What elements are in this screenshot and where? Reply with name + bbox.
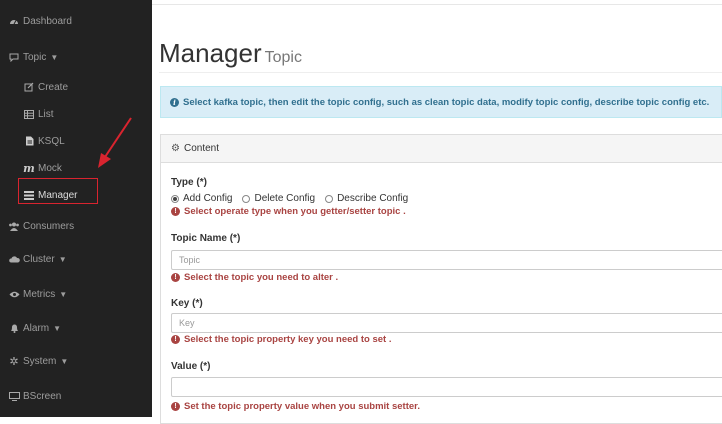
chevron-down-icon: ▼ (59, 289, 68, 299)
bell-icon (8, 323, 20, 333)
panel-heading-text: Content (183, 143, 219, 154)
exclamation-icon: ! (171, 207, 180, 216)
nav-label: Alarm (23, 322, 50, 334)
nav-metrics[interactable]: Metrics ▼ (0, 284, 160, 304)
topic-name-help: ! Select the topic you need to alter . (171, 272, 338, 283)
nav-label: Consumers (23, 220, 75, 232)
main-content: Manager Topic i Select kafka topic, then … (152, 0, 722, 424)
chevron-down-icon: ▼ (53, 323, 62, 333)
type-help-text: Select operate type when you getter/sett… (184, 206, 406, 217)
chevron-down-icon: ▼ (60, 356, 69, 366)
nav-cluster[interactable]: Cluster ▼ (0, 249, 160, 269)
gear-icon: ✲ (9, 355, 19, 368)
nav-label: System (23, 355, 57, 367)
users-icon (8, 222, 20, 231)
nav-alarm[interactable]: Alarm ▼ (0, 318, 160, 338)
key-help-text: Select the topic property key you need t… (184, 334, 392, 345)
radio-label: Delete Config (254, 193, 316, 204)
value-help: ! Set the topic property value when you … (171, 401, 420, 412)
cloud-icon (8, 255, 20, 263)
nav-bscreen[interactable]: BScreen (0, 386, 160, 406)
info-alert: i Select kafka topic, then edit the topi… (160, 86, 722, 118)
exclamation-icon: ! (171, 402, 180, 411)
topic-name-help-text: Select the topic you need to alter . (184, 272, 339, 283)
info-icon: i (170, 97, 179, 107)
key-label: Key (*) (171, 298, 203, 309)
nav-label: BScreen (23, 390, 62, 402)
radio-add-config[interactable]: Add Config (171, 193, 232, 204)
content-panel: ⚙ Content Type (*) Add Config Delete Con… (160, 134, 722, 424)
page-title: Manager Topic (159, 38, 302, 69)
exclamation-icon: ! (171, 335, 180, 344)
nav-system[interactable]: ✲ System ▼ (0, 351, 160, 371)
value-help-text: Set the topic property value when you su… (184, 401, 420, 412)
sidebar: Dashboard Topic ▼ Create List KSQL m Moc… (0, 0, 152, 417)
radio-dot[interactable] (171, 194, 179, 203)
page-title-text: Manager (159, 38, 262, 68)
exclamation-icon: ! (171, 273, 180, 282)
title-divider (159, 72, 722, 73)
type-radio-group: Add Config Delete Config Describe Config (171, 193, 418, 204)
topic-name-label: Topic Name (*) (171, 233, 241, 244)
key-input[interactable] (171, 313, 722, 333)
value-input[interactable] (171, 377, 722, 397)
radio-label: Describe Config (337, 193, 409, 204)
panel-heading: ⚙ Content (161, 135, 722, 163)
chevron-down-icon: ▼ (58, 254, 67, 264)
radio-describe-config[interactable]: Describe Config (325, 193, 408, 204)
radio-dot[interactable] (242, 194, 251, 203)
eye-icon (8, 291, 20, 298)
info-alert-text: Select kafka topic, then edit the topic … (183, 96, 710, 108)
value-label: Value (*) (171, 361, 211, 372)
top-navbar (152, 0, 722, 5)
monitor-icon (8, 391, 20, 401)
nav-consumers[interactable]: Consumers (0, 216, 160, 236)
radio-delete-config[interactable]: Delete Config (242, 193, 315, 204)
type-label: Type (*) (171, 177, 207, 188)
radio-dot[interactable] (325, 194, 334, 203)
nav-label: Cluster (23, 253, 55, 265)
topic-name-input[interactable] (171, 250, 722, 270)
nav-label: Metrics (23, 288, 56, 300)
key-help: ! Select the topic property key you need… (171, 334, 391, 345)
type-help: ! Select operate type when you getter/se… (171, 206, 406, 217)
page-subtitle: Topic (264, 49, 302, 66)
cogs-icon: ⚙ (171, 143, 180, 154)
radio-label: Add Config (183, 193, 233, 204)
